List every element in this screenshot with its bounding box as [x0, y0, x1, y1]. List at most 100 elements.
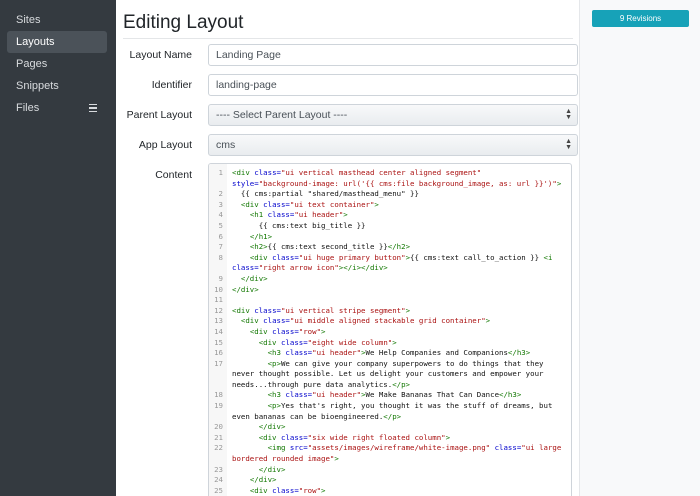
content-row: Content: [123, 168, 192, 182]
code-text: <h2>{{ cms:text second_title }}</h2>: [249, 242, 411, 252]
code-text: </div>: [232, 284, 259, 294]
line-number: 15: [214, 337, 223, 347]
code-line: 4 <h1 class="ui header">: [209, 210, 571, 221]
code-line: 7 <h2>{{ cms:text second_title }}</h2>: [209, 242, 571, 253]
sidebar-item-sites[interactable]: Sites: [7, 9, 107, 31]
code-line: 10 </div>: [209, 285, 571, 296]
code-text: </div>: [240, 273, 268, 283]
parent-layout-label: Parent Layout: [126, 109, 192, 121]
code-line: 14 <div class="row">: [209, 327, 571, 338]
code-line: 21 <div class="six wide right floated co…: [209, 433, 571, 444]
line-number: 18: [214, 390, 223, 400]
code-line: 13 <div class="ui middle aligned stackab…: [209, 316, 571, 327]
page-title: Editing Layout: [123, 12, 244, 33]
code-line: 15 <div class="eight wide column">: [209, 338, 571, 349]
code-text: <div class="ui middle aligned stackable …: [240, 316, 491, 326]
code-line: 23 </div>: [209, 465, 571, 476]
identifier-label: Identifier: [151, 79, 192, 91]
line-number: 24: [214, 475, 223, 485]
code-text: </div>: [258, 464, 286, 474]
line-number: 21: [214, 432, 223, 442]
sidebar-item-layouts[interactable]: Layouts: [7, 31, 107, 53]
code-text: <div class="ui text container">: [240, 199, 379, 209]
app-layout-select[interactable]: cms ▲ ▼: [208, 134, 578, 156]
code-text: <h3 class="ui header">We Make Bananas Th…: [267, 390, 522, 400]
app-layout-label: App Layout: [138, 139, 192, 151]
sidebar-item-pages[interactable]: Pages: [7, 53, 107, 75]
sidebar-item-label: Layouts: [16, 36, 55, 48]
menu-icon[interactable]: [89, 103, 97, 113]
line-number: 2: [218, 189, 223, 199]
code-lines: 1 <div class="ui vertical masthead center…: [209, 168, 571, 496]
code-line: 8 <div class="ui huge primary button">{{…: [209, 253, 571, 274]
app-layout-row: App Layout cms ▲ ▼: [123, 134, 578, 156]
sidebar-item-label: Sites: [16, 14, 41, 26]
select-arrows-icon: ▲ ▼: [565, 138, 572, 151]
code-line: 2 {{ cms:partial "shared/masthead_menu" …: [209, 189, 571, 200]
sidebar-item-snippets[interactable]: Snippets: [7, 75, 107, 97]
code-text: <div class="six wide right floated colum…: [258, 432, 451, 442]
content-label: Content: [155, 169, 192, 181]
layout-name-label: Layout Name: [129, 49, 192, 61]
line-number: 5: [218, 220, 223, 230]
code-text: <div class="ui huge primary button">{{ c…: [232, 252, 553, 273]
code-line: 20 </div>: [209, 422, 571, 433]
code-text: <p>Yes that's right, you thought it was …: [232, 401, 557, 421]
main-content: Editing Layout Layout Name Landing Page …: [116, 0, 579, 496]
line-number: 22: [214, 443, 223, 453]
code-text: </div>: [249, 475, 277, 485]
line-number: 25: [214, 485, 223, 495]
code-line: 3 <div class="ui text container">: [209, 200, 571, 211]
code-text: <div class="ui vertical masthead center …: [232, 168, 562, 188]
code-line: 19 <p>Yes that's right, you thought it w…: [209, 401, 571, 422]
code-line: 17 <p>We can give your company superpowe…: [209, 359, 571, 391]
sidebar: Sites Layouts Pages Snippets Files: [0, 0, 116, 496]
line-number: 9: [218, 273, 223, 283]
layout-name-value: Landing Page: [216, 49, 281, 61]
code-line: 22 <img src="assets/images/wireframe/whi…: [209, 443, 571, 464]
code-line: 1 <div class="ui vertical masthead center…: [209, 168, 571, 189]
select-arrows-icon: ▲ ▼: [565, 108, 572, 121]
code-text: <p>We can give your company superpowers …: [232, 358, 548, 389]
code-line: 18 <h3 class="ui header">We Make Bananas…: [209, 390, 571, 401]
revisions-button[interactable]: 9 Revisions: [592, 10, 689, 27]
parent-layout-row: Parent Layout ---- Select Parent Layout …: [123, 104, 578, 126]
line-number: 13: [214, 316, 223, 326]
identifier-value: landing-page: [216, 79, 277, 91]
code-line: 9 </div>: [209, 274, 571, 285]
sidebar-item-label: Files: [16, 102, 40, 114]
code-text: </div>: [258, 422, 286, 432]
code-text: <h3 class="ui header">We Help Companies …: [267, 348, 531, 358]
code-line: 5 {{ cms:text big_title }}: [209, 221, 571, 232]
code-text: <h1 class="ui header">: [249, 210, 348, 220]
sidebar-item-label: Snippets: [16, 80, 59, 92]
code-text: <div class="row">: [249, 485, 326, 495]
revisions-panel: 9 Revisions: [579, 0, 700, 496]
code-text: ​: [223, 295, 571, 306]
code-editor[interactable]: 1 <div class="ui vertical masthead center…: [208, 163, 572, 496]
line-number: 17: [214, 358, 223, 368]
code-text: <div class="row">: [249, 326, 326, 336]
code-line: 6 </h1>: [209, 232, 571, 243]
code-line: 16 <h3 class="ui header">We Help Compani…: [209, 348, 571, 359]
sidebar-item-label: Pages: [16, 58, 48, 70]
code-text: <div class="eight wide column">: [258, 337, 397, 347]
line-number: 10: [214, 284, 223, 294]
parent-layout-value: ---- Select Parent Layout ----: [216, 109, 348, 121]
line-number: 12: [214, 305, 223, 315]
sidebar-item-files[interactable]: Files: [7, 97, 107, 119]
code-text: {{ cms:partial "shared/masthead_menu" }}: [232, 189, 419, 199]
parent-layout-select[interactable]: ---- Select Parent Layout ---- ▲ ▼: [208, 104, 578, 126]
code-text: <img src="assets/images/wireframe/white-…: [232, 443, 566, 464]
code-text: </h1>: [249, 231, 273, 241]
line-number: 20: [214, 422, 223, 432]
identifier-input[interactable]: landing-page: [208, 74, 578, 96]
line-number: 1: [218, 168, 223, 177]
identifier-row: Identifier landing-page: [123, 74, 578, 96]
code-line: 24 </div>: [209, 475, 571, 486]
line-number: 14: [214, 326, 223, 336]
title-divider: [123, 38, 573, 39]
layout-name-input[interactable]: Landing Page: [208, 44, 578, 66]
line-number: 23: [214, 464, 223, 474]
line-number: 16: [214, 348, 223, 358]
